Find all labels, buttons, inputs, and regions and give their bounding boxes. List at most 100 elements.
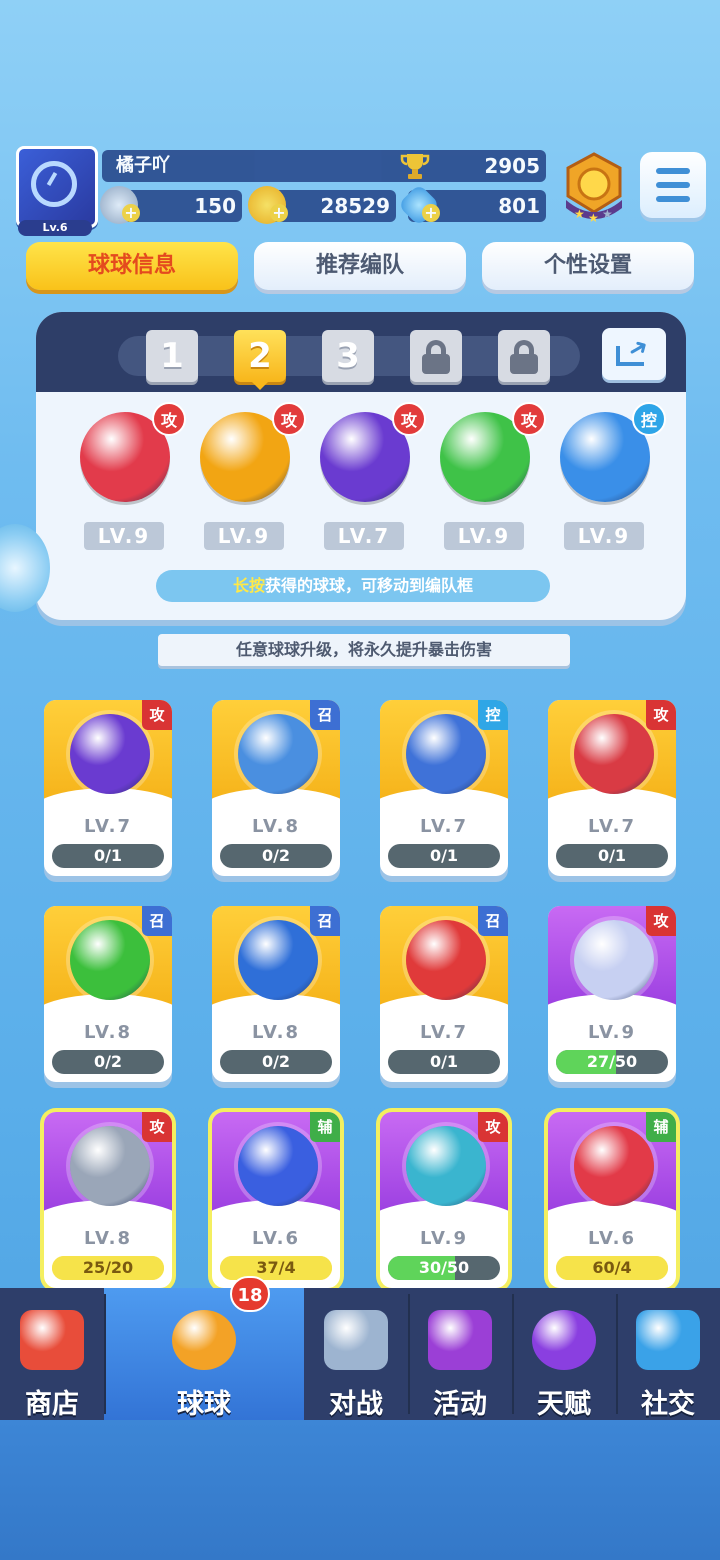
ball-icon (406, 714, 486, 794)
add-coins-icon[interactable]: + (270, 204, 288, 222)
card-role-tag: 召 (478, 906, 508, 936)
ball-icon (574, 920, 654, 1000)
tab-recommended-team[interactable]: 推荐编队 (254, 242, 466, 290)
coins-bar[interactable]: + 28529 (248, 186, 396, 224)
nav-label: 社交 (641, 1389, 695, 1420)
ball-card[interactable]: 攻 LV.9 27/50 (548, 906, 676, 1082)
card-role-tag: 攻 (142, 700, 172, 730)
background-band (0, 1420, 720, 1560)
nav-item-planet[interactable]: 天赋 (512, 1288, 616, 1420)
ball-icon (70, 920, 150, 1000)
ball-card[interactable]: 召 LV.8 0/2 (212, 906, 340, 1082)
team-role-tag: 攻 (392, 402, 426, 436)
menu-button[interactable] (640, 152, 706, 218)
nav-badge: 18 (230, 1276, 270, 1312)
team-ball-level: LV.9 (84, 522, 164, 550)
card-level: LV.6 (252, 1228, 300, 1249)
ball-icon (70, 1126, 150, 1206)
team-slot-locked-5[interactable] (498, 330, 550, 382)
card-progress-bar: 0/1 (556, 844, 668, 868)
card-level: LV.7 (420, 1022, 468, 1043)
team-ball-level: LV.9 (204, 522, 284, 550)
card-progress-text: 30/50 (418, 1258, 470, 1277)
ball-card[interactable]: 辅 LV.6 60/4 (548, 1112, 676, 1288)
gems-bar[interactable]: + 801 (397, 183, 546, 227)
ball-card[interactable]: 召 LV.8 0/2 (212, 700, 340, 876)
card-role-tag: 攻 (646, 700, 676, 730)
add-gems-icon[interactable]: + (422, 204, 440, 222)
ball-card[interactable]: 攻 LV.7 0/1 (44, 700, 172, 876)
tab-personal-settings[interactable]: 个性设置 (482, 242, 694, 290)
card-level: LV.7 (420, 816, 468, 837)
card-progress-text: 0/1 (429, 1052, 459, 1071)
stamina-value: 150 (194, 194, 236, 218)
card-progress-bar: 25/20 (52, 1256, 164, 1280)
team-ball-level: LV.9 (444, 522, 524, 550)
share-icon[interactable] (602, 328, 666, 380)
card-progress-text: 27/50 (586, 1052, 638, 1071)
card-role-tag: 攻 (478, 1112, 508, 1142)
ball-card[interactable]: 控 LV.7 0/1 (380, 700, 508, 876)
card-level: LV.8 (84, 1228, 132, 1249)
nav-item-ball[interactable]: 球球 18 (104, 1276, 304, 1420)
player-name: 橘子吖 (116, 155, 170, 176)
add-stamina-icon[interactable]: + (122, 204, 140, 222)
nav-item-party-popper[interactable]: 活动 (408, 1288, 512, 1420)
card-level: LV.9 (588, 1022, 636, 1043)
card-role-tag: 控 (478, 700, 508, 730)
card-progress-text: 60/4 (592, 1258, 632, 1277)
upgrade-notice: 任意球球升级，将永久提升暴击伤害 (158, 634, 570, 666)
hint-bar: 长按获得的球球，可移动到编队框 (156, 570, 550, 602)
nav-label: 商店 (25, 1389, 79, 1420)
card-role-tag: 攻 (142, 1112, 172, 1142)
stamina-bar[interactable]: + 150 (100, 186, 242, 224)
card-progress-bar: 27/50 (556, 1050, 668, 1074)
nav-separator (616, 1294, 618, 1414)
team-slot-1[interactable]: 1 (146, 330, 198, 382)
card-level: LV.8 (252, 816, 300, 837)
ball-card[interactable]: 攻 LV.9 30/50 (380, 1112, 508, 1288)
ball-icon (238, 1126, 318, 1206)
card-progress-bar: 60/4 (556, 1256, 668, 1280)
ball-card[interactable]: 召 LV.8 0/2 (44, 906, 172, 1082)
card-role-tag: 辅 (310, 1112, 340, 1142)
team-slot-2[interactable]: 2 (234, 330, 286, 390)
card-progress-text: 0/2 (261, 846, 291, 865)
trophy-count: 2905 (484, 154, 540, 178)
card-role-tag: 召 (310, 906, 340, 936)
card-progress-bar: 0/1 (52, 844, 164, 868)
ball-card[interactable]: 辅 LV.6 37/4 (212, 1112, 340, 1288)
team-role-tag: 攻 (512, 402, 546, 436)
nav-separator (512, 1294, 514, 1414)
coins-value: 28529 (320, 194, 390, 218)
ball-card[interactable]: 召 LV.7 0/1 (380, 906, 508, 1082)
team-slot-locked-4[interactable] (410, 330, 462, 382)
card-progress-text: 25/20 (82, 1258, 134, 1277)
nav-separator (408, 1294, 410, 1414)
player-avatar[interactable] (16, 146, 98, 228)
player-name-bar: 橘子吖 2905 (102, 150, 546, 182)
card-progress-text: 0/2 (93, 1052, 123, 1071)
chat-icon (636, 1310, 700, 1370)
trophy-icon (400, 154, 430, 179)
ball-icon (574, 1126, 654, 1206)
card-role-tag: 召 (310, 700, 340, 730)
nav-item-chat[interactable]: 社交 (616, 1288, 720, 1420)
team-slot-3[interactable]: 3 (322, 330, 374, 382)
card-progress-bar: 30/50 (388, 1256, 500, 1280)
card-role-tag: 召 (142, 906, 172, 936)
card-progress-bar: 0/2 (52, 1050, 164, 1074)
card-progress-text: 0/1 (429, 846, 459, 865)
tab-ball-info[interactable]: 球球信息 (26, 242, 238, 290)
gems-value: 801 (498, 194, 540, 218)
ball-card[interactable]: 攻 LV.7 0/1 (548, 700, 676, 876)
card-role-tag: 攻 (646, 906, 676, 936)
team-role-tag: 攻 (272, 402, 306, 436)
nav-label: 对战 (329, 1389, 383, 1420)
nav-item-swords[interactable]: 对战 (304, 1288, 408, 1420)
nav-item-shop[interactable]: 商店 (0, 1288, 104, 1420)
ball-card[interactable]: 攻 LV.8 25/20 (44, 1112, 172, 1288)
rank-medal-icon[interactable]: ★ ★ ★ (560, 150, 628, 226)
card-progress-text: 37/4 (256, 1258, 296, 1277)
card-role-tag: 辅 (646, 1112, 676, 1142)
